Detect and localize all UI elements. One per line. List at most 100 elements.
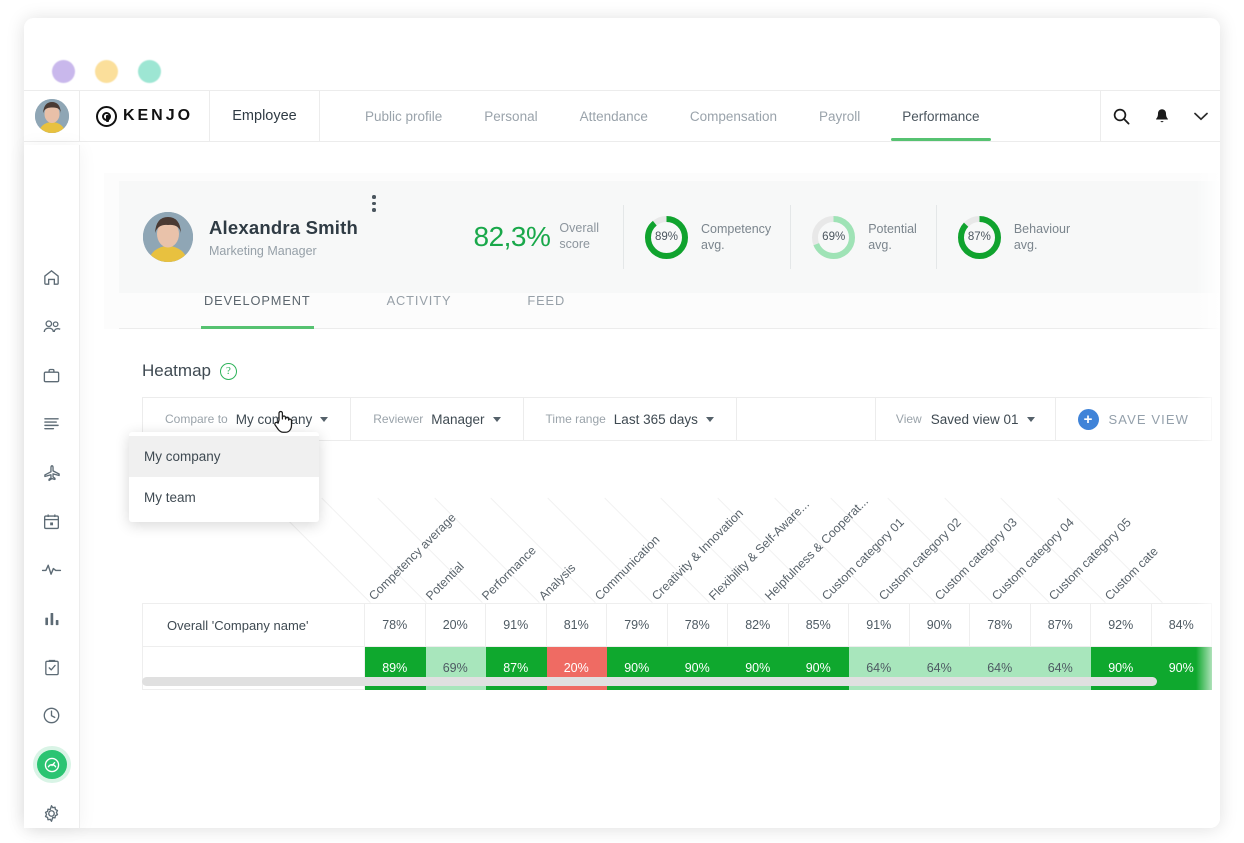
behaviour-label: Behaviour avg.	[1014, 221, 1070, 254]
view-value: Saved view 01	[931, 412, 1035, 427]
profile-more-menu-icon[interactable]	[372, 195, 376, 212]
filter-spacer	[737, 398, 876, 440]
sidebar-item-reports-bar-chart[interactable]	[37, 604, 67, 634]
sidebar-item-tasks-clipboard[interactable]	[37, 652, 67, 682]
nav-tab-compensation[interactable]: Compensation	[669, 91, 798, 141]
screenshot-root: KENJO Employee Public profile Personal A…	[0, 0, 1244, 843]
reviewer-value: Manager	[431, 412, 500, 427]
metric-potential: 69% Potential avg.	[790, 205, 936, 269]
traffic-light-teal[interactable]	[138, 60, 161, 83]
top-navigation: KENJO Employee Public profile Personal A…	[24, 90, 1220, 142]
heatmap-cell: 81%	[546, 604, 607, 647]
potential-label-line2: avg.	[868, 238, 892, 252]
window-traffic-lights	[52, 60, 161, 83]
window-titlebar	[24, 18, 1220, 90]
heatmap-cell: 91%	[486, 604, 547, 647]
potential-donut-value: 69%	[810, 214, 857, 261]
sidebar-item-calendar[interactable]	[37, 506, 67, 536]
profile-role: Marketing Manager	[209, 244, 358, 258]
heatmap-cell: 92%	[1091, 604, 1152, 647]
tab-development[interactable]: DEVELOPMENT	[204, 293, 311, 328]
save-view-button[interactable]: + SAVE VIEW	[1056, 398, 1211, 440]
nav-right-actions	[1100, 91, 1220, 141]
kenjo-mark-icon	[96, 106, 117, 127]
heatmap-cell: 87%	[1030, 604, 1091, 647]
filter-saved-view[interactable]: View Saved view 01	[876, 398, 1056, 440]
kenjo-logo[interactable]: KENJO	[80, 91, 210, 141]
heatmap-cell: 91%	[849, 604, 910, 647]
search-icon[interactable]	[1113, 108, 1130, 125]
avatar	[35, 99, 69, 133]
reviewer-value-text: Manager	[431, 412, 484, 427]
filter-reviewer[interactable]: Reviewer Manager	[351, 398, 523, 440]
sidebar-item-people[interactable]	[37, 312, 67, 342]
metric-competency: 89% Competency avg.	[623, 205, 790, 269]
avatar-photo-icon	[35, 99, 69, 133]
notification-bell-icon[interactable]	[1154, 108, 1170, 125]
competency-label: Competency avg.	[701, 221, 771, 254]
plus-icon: +	[1078, 409, 1099, 430]
nav-tab-performance[interactable]: Performance	[881, 91, 1000, 141]
heatmap-cell: 90%	[909, 604, 970, 647]
time-range-value-text: Last 365 days	[614, 412, 698, 427]
heatmap-cell: 78%	[970, 604, 1031, 647]
nav-tab-personal[interactable]: Personal	[463, 91, 558, 141]
overall-score-label: Overall score	[559, 221, 599, 252]
tab-feed[interactable]: FEED	[527, 293, 565, 328]
avatar-photo-icon	[143, 212, 193, 262]
traffic-light-yellow[interactable]	[95, 60, 118, 83]
profile-name: Alexandra Smith	[209, 217, 358, 239]
overall-label-line2: score	[559, 237, 590, 251]
dropdown-option-my-team[interactable]: My team	[129, 477, 319, 518]
sidebar-item-settings[interactable]	[37, 798, 67, 828]
nav-avatar-cell[interactable]	[24, 91, 80, 141]
nav-tab-public-profile[interactable]: Public profile	[344, 91, 463, 141]
column-header: Creativity & Innovation	[649, 506, 746, 603]
nav-tab-payroll[interactable]: Payroll	[798, 91, 881, 141]
heatmap-cell: 85%	[788, 604, 849, 647]
time-range-label: Time range	[546, 412, 606, 426]
view-value-text: Saved view 01	[931, 412, 1019, 427]
chevron-down-icon	[1027, 417, 1035, 422]
chevron-down-icon	[493, 417, 501, 422]
right-fade-overlay	[1196, 173, 1220, 828]
overall-score-value: 82,3%	[474, 221, 551, 253]
browser-window: KENJO Employee Public profile Personal A…	[24, 18, 1220, 828]
sidebar-item-briefcase[interactable]	[37, 360, 67, 390]
sidebar-item-absences-airplane[interactable]	[37, 458, 67, 488]
profile-name-block: Alexandra Smith Marketing Manager	[209, 217, 358, 258]
sidebar-item-home[interactable]	[37, 263, 67, 293]
nav-tab-attendance[interactable]: Attendance	[559, 91, 669, 141]
sidebar-item-activity[interactable]	[37, 555, 67, 585]
chevron-down-icon[interactable]	[1194, 112, 1208, 121]
heatmap-cell: 20%	[425, 604, 486, 647]
profile-header: Alexandra Smith Marketing Manager 82,3% …	[119, 181, 1220, 293]
heatmap-horizontal-scrollbar[interactable]	[142, 677, 1157, 686]
sidebar-item-documents[interactable]	[37, 409, 67, 439]
traffic-light-purple[interactable]	[52, 60, 75, 83]
nav-section-employee[interactable]: Employee	[210, 91, 320, 141]
potential-label: Potential avg.	[868, 221, 917, 254]
filter-time-range[interactable]: Time range Last 365 days	[524, 398, 737, 440]
heatmap-cell: 82%	[728, 604, 789, 647]
development-tabs: DEVELOPMENT ACTIVITY FEED	[119, 293, 1220, 329]
sidebar-item-performance[interactable]	[37, 750, 67, 780]
overall-label-line1: Overall	[559, 221, 599, 235]
behaviour-label-line1: Behaviour	[1014, 222, 1070, 236]
tab-activity[interactable]: ACTIVITY	[387, 293, 452, 328]
profile-avatar[interactable]	[143, 212, 193, 262]
column-header: Analysis	[536, 561, 578, 603]
sidebar-item-time-clock[interactable]	[37, 701, 67, 731]
compare-to-label: Compare to	[165, 412, 228, 426]
heatmap-cell: 79%	[607, 604, 668, 647]
heatmap-cell: 78%	[365, 604, 426, 647]
heatmap-title: Heatmap	[142, 361, 211, 381]
competency-label-line2: avg.	[701, 238, 725, 252]
reviewer-label: Reviewer	[373, 412, 423, 426]
column-header: Flexibility & Self-Aware...	[706, 497, 812, 603]
save-view-label: SAVE VIEW	[1109, 412, 1189, 427]
heatmap-panel: Heatmap ? Compare to My company Reviewer…	[104, 329, 1220, 828]
heatmap-help-icon[interactable]: ?	[220, 363, 237, 380]
metric-group: 89% Competency avg. 69%	[623, 205, 1089, 269]
nav-tabs: Public profile Personal Attendance Compe…	[320, 91, 1100, 141]
